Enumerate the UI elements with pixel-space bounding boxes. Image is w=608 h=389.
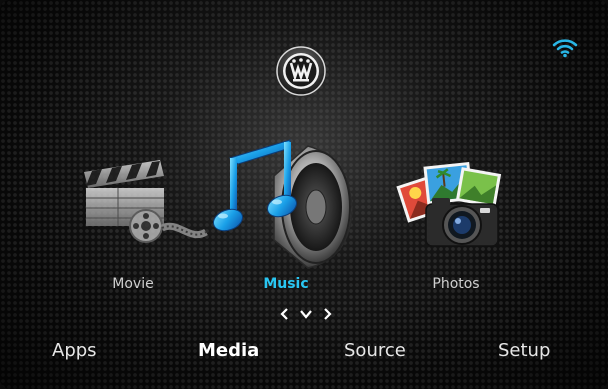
music-speaker-icon xyxy=(212,139,353,269)
photos-camera-icon xyxy=(396,161,502,247)
media-item-photos[interactable]: Photos xyxy=(396,160,526,300)
main-menu-bar: Apps Media Source Setup xyxy=(0,330,608,376)
menu-item-apps[interactable]: Apps xyxy=(52,340,97,361)
tv-home-screen: Movie Music Photos Apps Media Source Set… xyxy=(0,0,608,389)
media-label-music: Music xyxy=(263,276,309,292)
wifi-icon xyxy=(552,39,578,58)
media-nav-arrows xyxy=(278,304,334,322)
menu-item-media[interactable]: Media xyxy=(198,340,259,361)
media-item-music[interactable]: Music xyxy=(212,118,362,298)
chevron-right-icon[interactable] xyxy=(320,306,334,320)
menu-item-setup[interactable]: Setup xyxy=(498,340,550,361)
media-item-movie[interactable]: Movie xyxy=(78,150,228,300)
chevron-left-icon[interactable] xyxy=(278,306,292,320)
media-label-movie: Movie xyxy=(112,276,154,292)
movie-clapper-icon xyxy=(84,160,208,243)
westinghouse-logo-icon xyxy=(276,46,326,96)
menu-item-source[interactable]: Source xyxy=(344,340,406,361)
chevron-down-icon[interactable] xyxy=(299,306,313,320)
media-label-photos: Photos xyxy=(432,276,480,292)
